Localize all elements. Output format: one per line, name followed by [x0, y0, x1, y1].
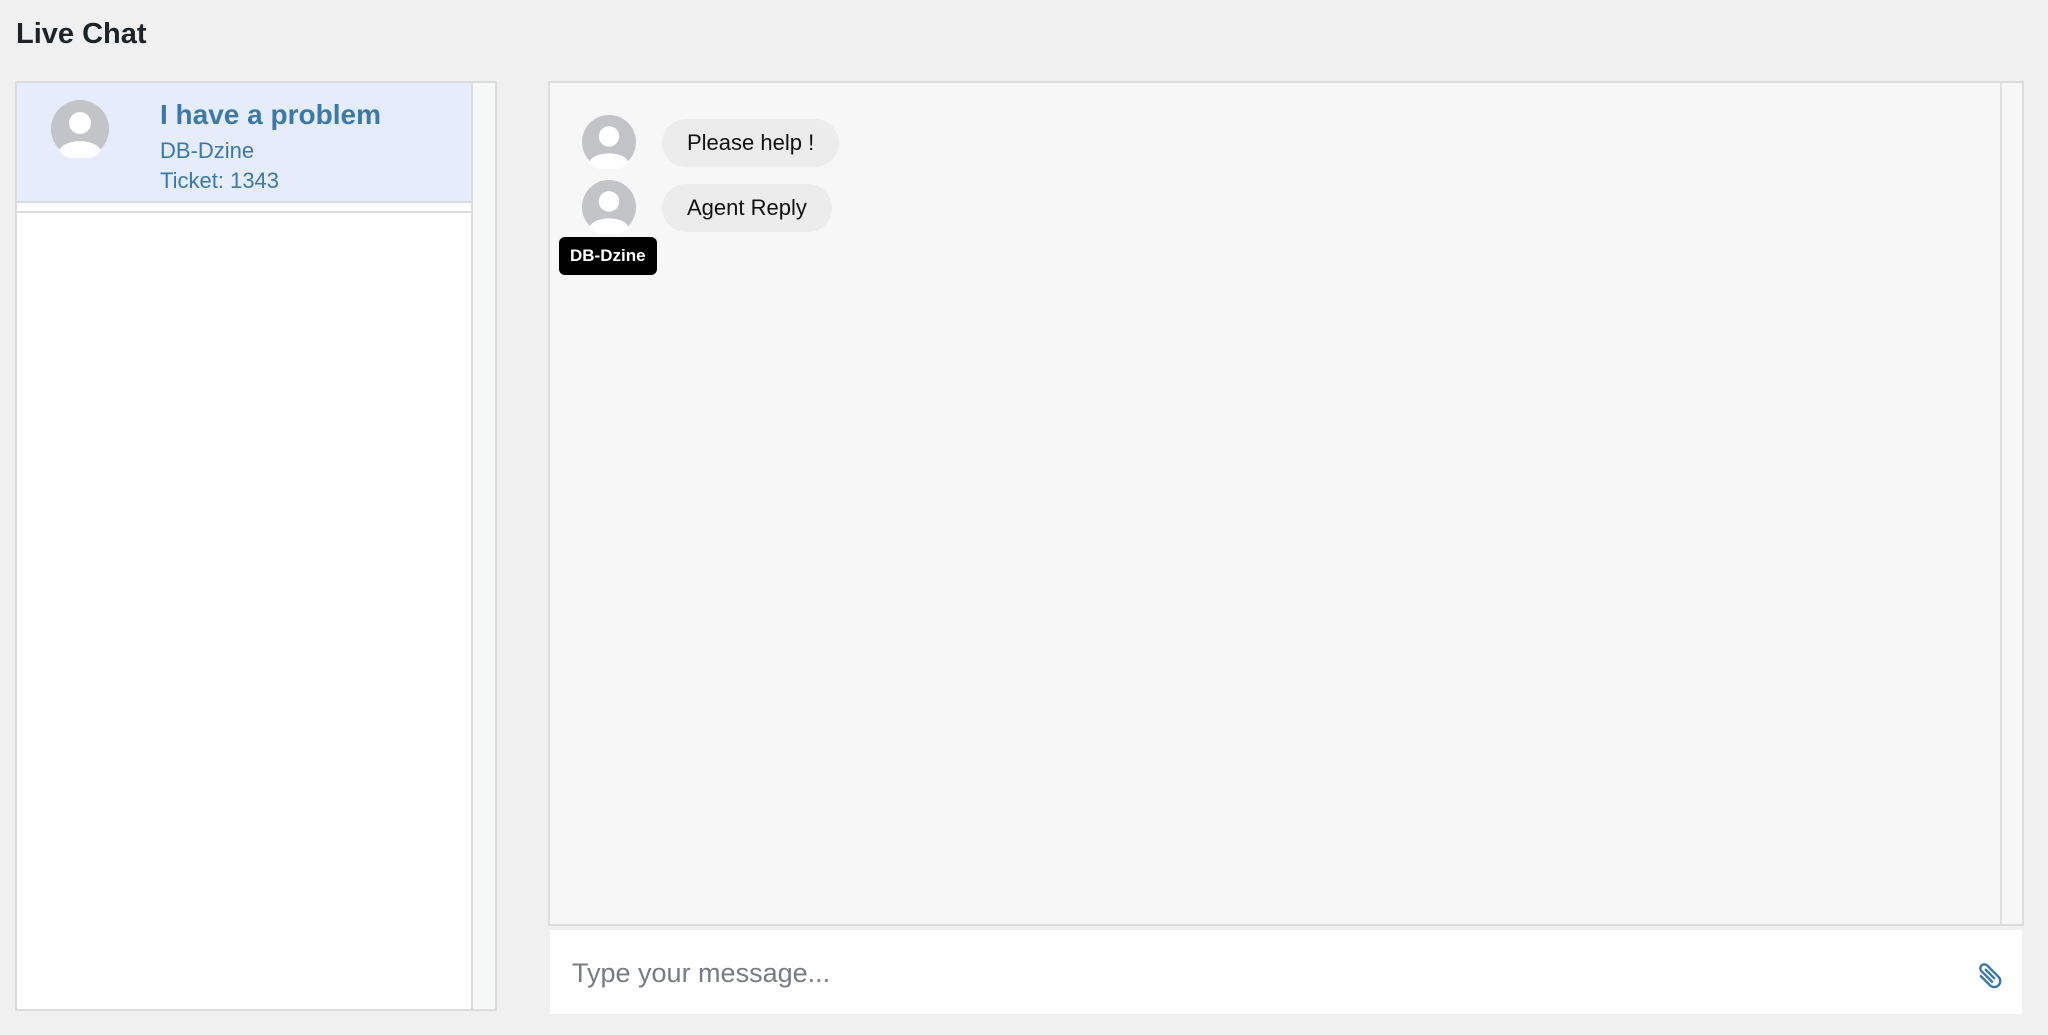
ticket-list-scroll-area[interactable]: I have a problem DB-Dzine Ticket: 1343 — [17, 83, 473, 1009]
chat-scrollbar[interactable] — [2000, 83, 2022, 924]
message-bubble: Please help ! — [662, 119, 840, 167]
default-avatar-icon — [51, 100, 109, 163]
message-input[interactable] — [572, 948, 1932, 998]
message-composer — [548, 928, 2024, 1016]
ticket-item[interactable]: I have a problem DB-Dzine Ticket: 1343 — [17, 83, 471, 203]
page-title: Live Chat — [16, 18, 147, 50]
paperclip-icon[interactable] — [1970, 954, 2010, 994]
ticket-list: I have a problem DB-Dzine Ticket: 1343 — [15, 81, 497, 1011]
message-bubble: Agent Reply — [662, 184, 832, 232]
ticket-number: Ticket: 1343 — [160, 168, 280, 193]
default-avatar-icon — [582, 115, 636, 174]
divider — [17, 211, 471, 213]
ticket-title: I have a problem — [160, 99, 381, 130]
default-avatar-icon[interactable] — [582, 180, 636, 239]
chat-messages-panel[interactable]: Please help ! Agent Reply DB-Dzine — [548, 81, 2024, 926]
ticket-user: DB-Dzine — [160, 138, 255, 163]
user-tooltip: DB-Dzine — [559, 237, 657, 275]
